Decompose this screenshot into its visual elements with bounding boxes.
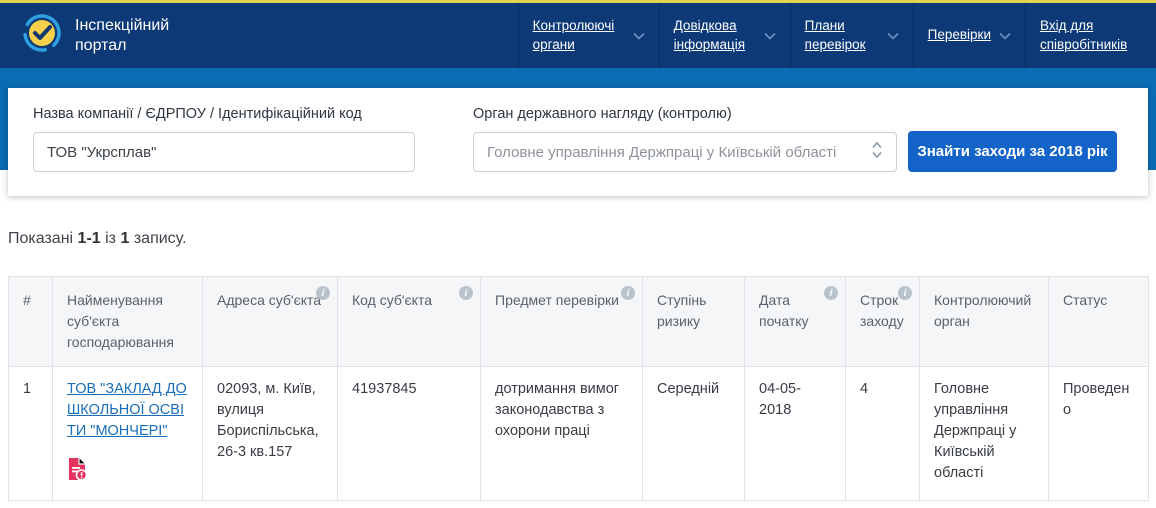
nav-item-reference-info[interactable]: Довідкова інформація [658,3,790,68]
col-header-name: Найменування суб'єкта господарювання [52,276,203,367]
authority-select-value: Головне управління Держпраці у Київській… [487,143,837,161]
col-header-code: Код суб'єкта i [337,276,481,367]
logo-area[interactable]: Інспекційний портал [0,3,518,68]
col-header-authority: Контролюючий орган [919,276,1049,367]
col-header-subject: Предмет перевірки i [480,276,643,367]
authority-field-group: Орган державного нагляду (контролю) Голо… [473,106,897,196]
nav-item-label[interactable]: Вхід для співробітників [1040,17,1142,53]
cell-duration: 4 [845,365,920,502]
brand-title-line1: Інспекційний [75,16,170,34]
main-nav: Контролюючі органи Довідкова інформація … [517,3,1156,68]
cell-authority: Головне управління Держпраці у Київській… [919,365,1049,502]
cell-code: 41937845 [337,365,481,502]
nav-item-controlling-bodies[interactable]: Контролюючі органи [517,3,659,68]
info-icon[interactable]: i [621,286,635,300]
col-header-index: # [8,276,53,367]
main-header: Інспекційний портал Контролюючі органи Д… [0,3,1156,68]
chevron-down-icon [633,27,645,45]
results-table: # Найменування суб'єкта господарювання А… [8,276,1149,502]
results-summary: Показані 1-1 із 1 запису. [8,230,1156,248]
company-field-group: Назва компанії / ЄДРПОУ / Ідентифікаційн… [33,106,415,196]
brand-title: Інспекційний портал [75,16,169,56]
chevron-down-icon [999,27,1011,45]
nav-item-label[interactable]: Плани перевірок [805,17,879,53]
summary-suffix: запису. [133,230,187,247]
col-header-address: Адреса суб'єкта i [202,276,338,367]
nav-item-label[interactable]: Довідкова інформація [674,17,756,53]
subject-entity-link[interactable]: ТОВ "ЗАКЛАД ДОШКОЛЬНОЇ ОСВІТИ "МОНЧЕРІ" [67,381,187,439]
cell-start-date: 04-05-2018 [744,365,846,502]
info-icon[interactable]: i [898,286,912,300]
cell-index: 1 [8,365,53,502]
cell-risk: Середній [642,365,745,502]
info-icon[interactable]: i [824,286,838,300]
nav-item-inspection-plans[interactable]: Плани перевірок [789,3,913,68]
summary-range: 1-1 [77,230,101,247]
portal-logo-icon [22,13,62,58]
brand-title-line2: портал [75,36,127,54]
chevron-down-icon [764,27,776,45]
col-header-start-date: Дата початку i [744,276,846,367]
authority-field-label: Орган державного нагляду (контролю) [473,106,732,122]
chevron-down-icon [887,27,899,45]
cell-subject: дотримання вимог законодавства з охорони… [480,365,643,502]
select-updown-icon [871,141,883,164]
summary-prefix: Показані [8,230,74,247]
document-alert-icon[interactable] [67,457,88,488]
col-header-duration: Строк заходу i [845,276,920,367]
nav-item-label[interactable]: Контролюючі органи [533,17,625,53]
search-card: Назва компанії / ЄДРПОУ / Ідентифікаційн… [8,88,1148,196]
col-header-status: Статус [1048,276,1149,367]
company-search-input[interactable] [33,132,415,172]
cell-name: ТОВ "ЗАКЛАД ДОШКОЛЬНОЇ ОСВІТИ "МОНЧЕРІ" [52,365,203,502]
find-measures-button[interactable]: Знайти заходи за 2018 рік [908,131,1117,172]
nav-item-inspections[interactable]: Перевірки [912,3,1025,68]
table-row: 1 ТОВ "ЗАКЛАД ДОШКОЛЬНОЇ ОСВІТИ "МОНЧЕРІ… [8,365,1149,502]
summary-count: 1 [120,230,130,247]
company-field-label: Назва компанії / ЄДРПОУ / Ідентифікаційн… [33,106,362,122]
nav-item-staff-login[interactable]: Вхід для співробітників [1025,3,1156,68]
table-header-row: # Найменування суб'єкта господарювання А… [8,276,1149,367]
summary-middle: із [105,230,117,247]
info-icon[interactable]: i [459,286,473,300]
col-header-risk: Ступінь ризику [642,276,745,367]
authority-select[interactable]: Головне управління Держпраці у Київській… [473,132,897,172]
cell-address: 02093, м. Київ, вулиця Бориспільська, 26… [202,365,338,502]
nav-item-label[interactable]: Перевірки [928,26,991,44]
cell-status: Проведено [1048,365,1149,502]
info-icon[interactable]: i [316,286,330,300]
